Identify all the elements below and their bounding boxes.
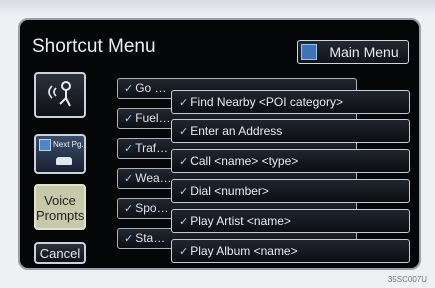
shortcut-item-enter-address[interactable]: ✓ Enter an Address (171, 119, 410, 143)
shortcut-item-dial[interactable]: ✓ Dial <number> (171, 179, 410, 203)
shortcut-item-play-artist[interactable]: ✓ Play Artist <name> (171, 209, 410, 233)
voice-prompts-line2: Prompts (36, 208, 85, 223)
next-page-icon (39, 139, 51, 151)
check-icon: ✓ (124, 113, 134, 125)
shortcut-item-find-nearby[interactable]: ✓ Find Nearby <POI category> (171, 90, 410, 114)
check-icon: ✓ (179, 246, 189, 258)
voice-command-button[interactable] (34, 72, 86, 118)
voice-prompts-line1: Voice (44, 193, 76, 208)
top-strip (0, 0, 435, 16)
check-icon: ✓ (124, 83, 134, 95)
check-icon: ✓ (179, 97, 189, 109)
voice-prompts-button[interactable]: Voice Prompts (34, 184, 86, 230)
main-menu-icon (301, 44, 317, 60)
navigation-screen: Shortcut Menu Main Menu Next Pg. Voice P… (18, 18, 421, 270)
check-icon: ✓ (124, 143, 134, 155)
check-icon: ✓ (124, 173, 134, 185)
page-title: Shortcut Menu (32, 36, 156, 57)
next-page-button[interactable]: Next Pg. (34, 134, 86, 174)
voice-talk-icon (48, 81, 71, 107)
shortcut-item-call[interactable]: ✓ Call <name> <type> (171, 149, 410, 173)
check-icon: ✓ (124, 233, 134, 245)
shortcut-item-play-album[interactable]: ✓ Play Album <name> (171, 239, 410, 263)
main-menu-button[interactable]: Main Menu (297, 40, 409, 64)
check-icon: ✓ (179, 186, 189, 198)
next-page-label: Next Pg. (53, 140, 84, 149)
main-menu-label: Main Menu (329, 44, 399, 60)
car-icon (56, 157, 72, 165)
check-icon: ✓ (124, 203, 134, 215)
check-icon: ✓ (179, 126, 189, 138)
check-icon: ✓ (179, 156, 189, 168)
figure-code: 35SC007U (387, 275, 427, 284)
check-icon: ✓ (179, 216, 189, 228)
cancel-button[interactable]: Cancel (34, 242, 86, 264)
